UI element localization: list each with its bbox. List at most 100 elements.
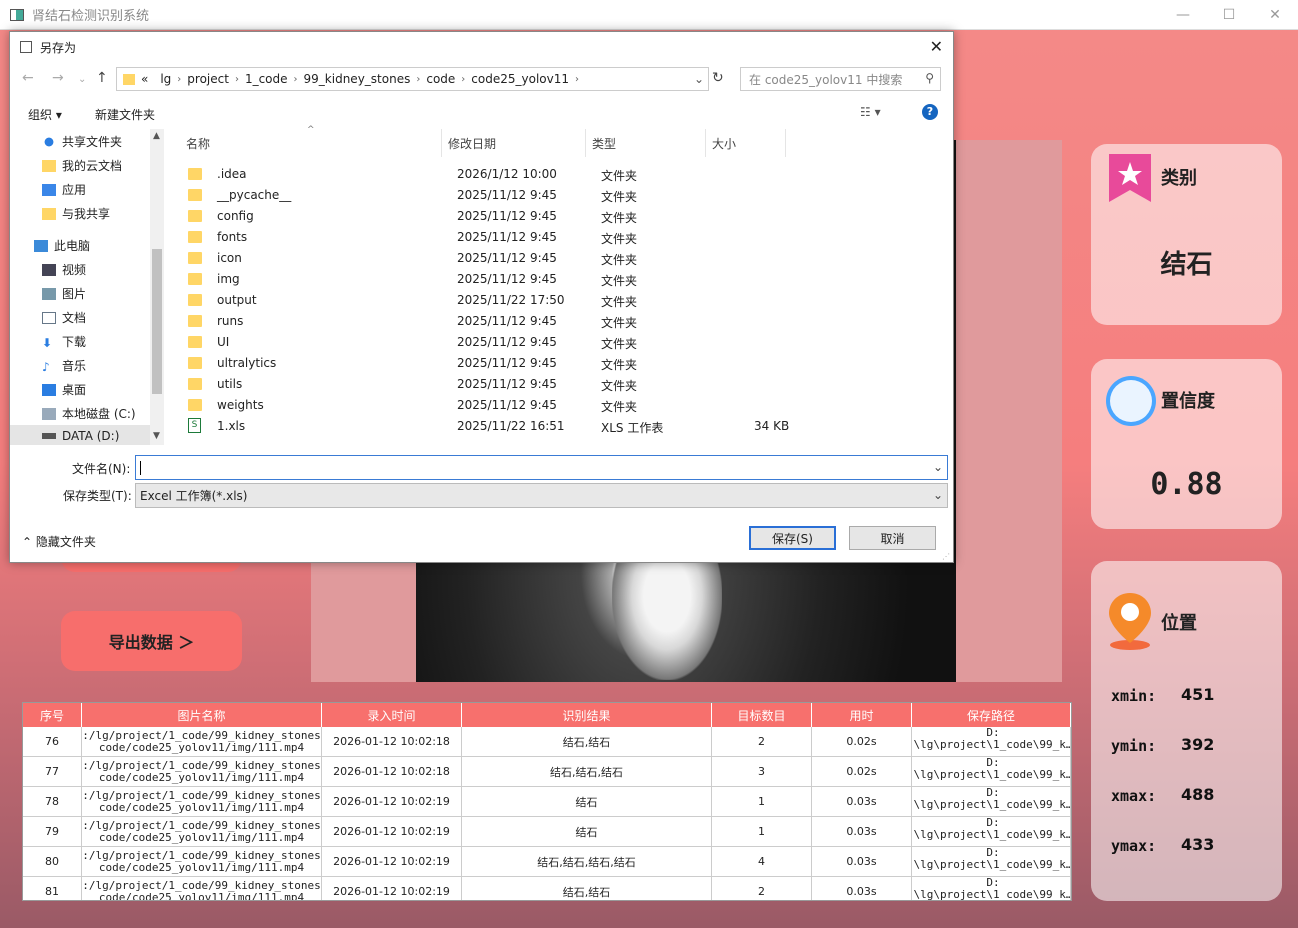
col-header-name[interactable]: 图片名称: [82, 703, 322, 727]
file-row[interactable]: UI 2025/11/12 9:45 文件夹: [188, 332, 948, 353]
nav-item-this-pc[interactable]: 此电脑: [34, 237, 90, 254]
cell-text: 2026-01-12 10:02:18: [333, 765, 450, 778]
file-name: utils: [217, 377, 243, 391]
breadcrumb-lg[interactable]: lg: [160, 72, 171, 86]
breadcrumb-code25[interactable]: code25_yolov11: [471, 72, 569, 86]
breadcrumb-project[interactable]: project: [187, 72, 229, 86]
file-row[interactable]: img 2025/11/12 9:45 文件夹: [188, 269, 948, 290]
export-data-button[interactable]: 导出数据 ＞: [61, 611, 242, 671]
up-arrow-icon[interactable]: ↑: [96, 70, 108, 86]
cell-result: 结石,结石: [462, 877, 712, 900]
file-row[interactable]: runs 2025/11/12 9:45 文件夹: [188, 311, 948, 332]
scrollbar-thumb[interactable]: [152, 249, 162, 394]
text-caret: [140, 460, 141, 475]
file-row[interactable]: utils 2025/11/12 9:45 文件夹: [188, 374, 948, 395]
breadcrumb-code[interactable]: code: [426, 72, 455, 86]
breadcrumb-overflow[interactable]: «: [141, 72, 148, 86]
file-row[interactable]: ultralytics 2025/11/12 9:45 文件夹: [188, 353, 948, 374]
filetype-dropdown-icon[interactable]: ⌄: [933, 488, 943, 502]
cell-duration: 0.03s: [812, 877, 912, 900]
recent-chevron-icon[interactable]: ⌄: [78, 74, 86, 85]
nav-item-apps[interactable]: 应用: [42, 181, 86, 198]
help-icon[interactable]: ?: [922, 104, 938, 120]
refresh-icon[interactable]: ↻: [712, 70, 724, 86]
file-row[interactable]: __pycache__ 2025/11/12 9:45 文件夹: [188, 185, 948, 206]
col-header-duration[interactable]: 用时: [812, 703, 912, 727]
nav-label: 应用: [62, 183, 87, 197]
scroll-down-icon[interactable]: ▼: [153, 431, 160, 441]
filetype-select[interactable]: Excel 工作簿(*.xls) ⌄: [135, 483, 948, 508]
table-row[interactable]: 80 D:/lg/project/1_code/99_kidney_stones/…: [23, 847, 1071, 877]
nav-item-videos[interactable]: 视频: [42, 261, 86, 278]
col-header-path[interactable]: 保存路径: [912, 703, 1071, 727]
location-pin-icon: [1109, 593, 1151, 650]
save-button[interactable]: 保存(S): [749, 526, 836, 550]
file-list[interactable]: ^ 名称 修改日期 类型 大小 .idea 2026/1/12 10:00 文件夹 _…: [168, 125, 953, 445]
filename-dropdown-icon[interactable]: ⌄: [933, 460, 943, 474]
scroll-up-icon[interactable]: ▲: [153, 131, 160, 141]
picture-icon: [42, 287, 56, 300]
hide-folders-toggle[interactable]: ⌃ 隐藏文件夹: [22, 533, 96, 550]
col-header-count[interactable]: 目标数目: [712, 703, 812, 727]
minimize-button[interactable]: —: [1160, 0, 1206, 30]
breadcrumb-1-code[interactable]: 1_code: [245, 72, 288, 86]
nav-item-drive-c[interactable]: 本地磁盘 (C:): [42, 405, 136, 422]
nav-item-music[interactable]: ♪ 音乐: [42, 357, 86, 374]
dialog-title-bar: 另存为 ✕: [10, 32, 953, 62]
table-row[interactable]: 78 D:/lg/project/1_code/99_kidney_stones/…: [23, 787, 1071, 817]
folder-icon: [188, 168, 202, 180]
col-header-id[interactable]: 序号: [23, 703, 82, 727]
file-name: 1.xls: [217, 419, 246, 433]
file-row[interactable]: output 2025/11/22 17:50 文件夹: [188, 290, 948, 311]
col-name[interactable]: 名称: [168, 129, 442, 157]
nav-item-pictures[interactable]: 图片: [42, 285, 86, 302]
cell-id: 81: [23, 877, 82, 900]
file-type: 文件夹: [601, 358, 638, 372]
xmax-row: xmax: 488: [1111, 785, 1214, 805]
col-date[interactable]: 修改日期: [442, 129, 586, 157]
main-title-bar: 肾结石检测识别系统 — ☐ ✕: [0, 0, 1298, 30]
maximize-button[interactable]: ☐: [1206, 0, 1252, 30]
nav-item-downloads[interactable]: ⬇ 下载: [42, 333, 86, 350]
address-bar[interactable]: « lg › project › 1_code › 99_kidney_stones ›…: [116, 67, 709, 91]
file-row[interactable]: S 1.xls 2025/11/22 16:51 XLS 工作表 34 KB: [188, 416, 948, 437]
nav-item-drive-d[interactable]: DATA (D:): [10, 425, 150, 445]
table-row[interactable]: 79 D:/lg/project/1_code/99_kidney_stones/…: [23, 817, 1071, 847]
col-size[interactable]: 大小: [706, 129, 786, 157]
view-options-icon[interactable]: ☷ ▾: [860, 105, 881, 119]
file-row[interactable]: icon 2025/11/12 9:45 文件夹: [188, 248, 948, 269]
cancel-button[interactable]: 取消: [849, 526, 936, 550]
forward-arrow-icon[interactable]: →: [52, 70, 64, 86]
address-dropdown-icon[interactable]: ⌄: [694, 72, 704, 86]
search-input[interactable]: 在 code25_yolov11 中搜索 ⚲: [740, 67, 941, 91]
desktop-icon: [42, 383, 56, 396]
nav-item-shared-with-me[interactable]: 与我共享: [42, 205, 110, 222]
close-window-button[interactable]: ✕: [1252, 0, 1298, 30]
resize-grip-icon[interactable]: ⋰: [942, 552, 950, 561]
table-row[interactable]: 77 D:/lg/project/1_code/99_kidney_stones/…: [23, 757, 1071, 787]
file-row[interactable]: weights 2025/11/12 9:45 文件夹: [188, 395, 948, 416]
nav-item-shared[interactable]: 共享文件夹: [42, 133, 122, 150]
dialog-close-icon[interactable]: ✕: [930, 37, 943, 56]
file-row[interactable]: fonts 2025/11/12 9:45 文件夹: [188, 227, 948, 248]
cell-text: 81: [45, 885, 59, 898]
nav-item-cloud-docs[interactable]: 我的云文档: [42, 157, 122, 174]
file-row[interactable]: .idea 2026/1/12 10:00 文件夹: [188, 164, 948, 185]
results-table[interactable]: 序号 图片名称 录入时间 识别结果 目标数目 用时 保存路径 76 D:/lg/p…: [22, 702, 1072, 901]
table-row[interactable]: 81 D:/lg/project/1_code/99_kidney_stones/…: [23, 877, 1071, 900]
cell-path: D: \lg\project\1_code\99_k…: [912, 727, 1071, 756]
file-row[interactable]: config 2025/11/12 9:45 文件夹: [188, 206, 948, 227]
table-row[interactable]: 76 D:/lg/project/1_code/99_kidney_stones/…: [23, 727, 1071, 757]
organize-button[interactable]: 组织 ▾: [28, 106, 62, 123]
col-header-time[interactable]: 录入时间: [322, 703, 462, 727]
nav-item-documents[interactable]: 文档: [42, 309, 86, 326]
nav-scrollbar[interactable]: ▲ ▼: [150, 129, 164, 445]
back-arrow-icon[interactable]: ←: [22, 70, 34, 86]
new-folder-button[interactable]: 新建文件夹: [95, 106, 155, 123]
filename-input[interactable]: ⌄: [135, 455, 948, 480]
col-type[interactable]: 类型: [586, 129, 706, 157]
col-header-result[interactable]: 识别结果: [462, 703, 712, 727]
nav-label: 我的云文档: [62, 159, 123, 173]
nav-item-desktop[interactable]: 桌面: [42, 381, 86, 398]
breadcrumb-kidney-stones[interactable]: 99_kidney_stones: [304, 72, 411, 86]
